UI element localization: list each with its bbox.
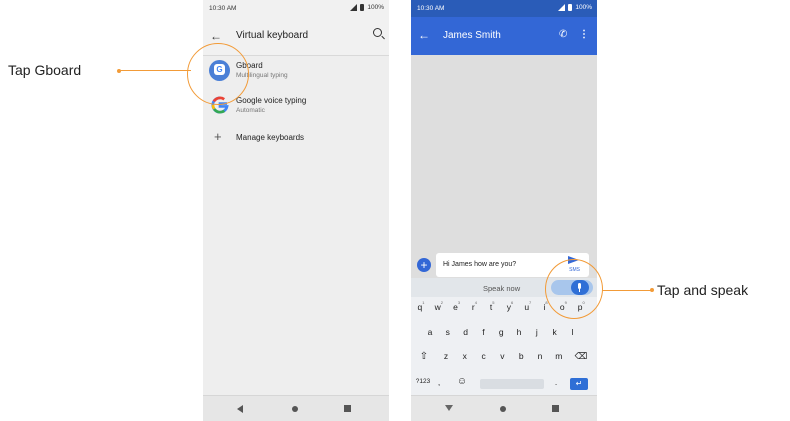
search-icon[interactable] (373, 28, 382, 37)
key-y[interactable]: y6 (503, 300, 517, 312)
key-row-3: ⇧ ⌫ zxcvbnm (411, 351, 597, 371)
key-w[interactable]: w2 (432, 300, 446, 312)
key-z[interactable]: z (439, 351, 453, 361)
key-l[interactable]: l (565, 327, 579, 337)
item-title: Google voice typing (236, 96, 307, 105)
add-attachment-button[interactable]: + (417, 258, 431, 272)
status-bar: 10:30 AM 100% (411, 0, 597, 17)
callout-tap-gboard: Tap Gboard (8, 62, 82, 78)
back-arrow-icon[interactable]: ← (418, 28, 430, 42)
nav-bar (203, 395, 389, 421)
more-vert-icon[interactable]: ⋮ (579, 29, 589, 40)
symbols-key[interactable]: ?123 (414, 378, 432, 385)
plus-icon: + (214, 129, 222, 144)
nav-hide-keyboard-icon[interactable] (445, 405, 453, 411)
nav-home-icon[interactable] (500, 406, 506, 412)
space-key[interactable] (480, 379, 544, 389)
battery-level: 100% (367, 4, 384, 11)
nav-recents-icon[interactable] (552, 405, 559, 412)
callout-dot-right (650, 288, 654, 292)
highlight-ring-gboard (187, 43, 249, 105)
callout-line-left (119, 70, 191, 71)
contact-name: James Smith (443, 30, 501, 41)
signal-icon (558, 4, 566, 11)
period-key[interactable]: . (549, 377, 563, 387)
status-time: 10:30 AM (417, 5, 445, 12)
callout-line-right (602, 290, 652, 291)
item-subtitle: Automatic (236, 107, 265, 114)
enter-icon[interactable]: ↵ (570, 378, 588, 390)
key-u[interactable]: u7 (521, 300, 535, 312)
key-g[interactable]: g (494, 327, 508, 337)
key-v[interactable]: v (495, 351, 509, 361)
key-r[interactable]: r4 (467, 300, 481, 312)
phone-messages-screen: 10:30 AM 100% ← James Smith ✆ ⋮ + Hi Jam… (411, 0, 597, 421)
conversation-app-bar: ← James Smith ✆ ⋮ (411, 17, 597, 55)
key-c[interactable]: c (477, 351, 491, 361)
key-f[interactable]: f (476, 327, 490, 337)
battery-level: 100% (575, 4, 592, 11)
shift-icon[interactable]: ⇧ (417, 351, 431, 362)
backspace-icon[interactable]: ⌫ (574, 351, 588, 362)
status-time: 10:30 AM (209, 5, 237, 12)
key-s[interactable]: s (441, 327, 455, 337)
nav-back-icon[interactable] (237, 405, 243, 413)
list-item-manage-keyboards[interactable]: + Manage keyboards (203, 126, 389, 158)
status-bar: 10:30 AM 100% (203, 0, 389, 17)
key-row-4: ?123 , ☺ . ↵ (411, 375, 597, 395)
key-m[interactable]: m (552, 351, 566, 361)
key-x[interactable]: x (458, 351, 472, 361)
key-h[interactable]: h (512, 327, 526, 337)
item-title: Manage keyboards (236, 133, 305, 142)
key-q[interactable]: q1 (414, 300, 428, 312)
nav-home-icon[interactable] (292, 406, 298, 412)
key-d[interactable]: d (459, 327, 473, 337)
key-b[interactable]: b (514, 351, 528, 361)
key-e[interactable]: e3 (450, 300, 464, 312)
message-text: Hi James how are you? (443, 261, 517, 268)
battery-icon (568, 4, 573, 11)
key-a[interactable]: a (423, 327, 437, 337)
key-n[interactable]: n (533, 351, 547, 361)
speak-now-label: Speak now (483, 284, 521, 293)
phone-icon[interactable]: ✆ (559, 29, 567, 40)
callout-tap-and-speak: Tap and speak (657, 282, 749, 298)
key-t[interactable]: t5 (485, 300, 499, 312)
page-title: Virtual keyboard (236, 30, 309, 41)
highlight-ring-mic (545, 259, 603, 319)
key-row-2: asdfghjkl (411, 327, 597, 347)
battery-icon (360, 4, 365, 11)
comma-key[interactable]: , (432, 377, 446, 387)
signal-icon (350, 4, 358, 11)
emoji-icon[interactable]: ☺ (455, 376, 469, 387)
back-arrow-icon[interactable]: ← (210, 29, 222, 43)
key-j[interactable]: j (530, 327, 544, 337)
nav-bar (411, 395, 597, 421)
nav-recents-icon[interactable] (344, 405, 351, 412)
key-k[interactable]: k (548, 327, 562, 337)
